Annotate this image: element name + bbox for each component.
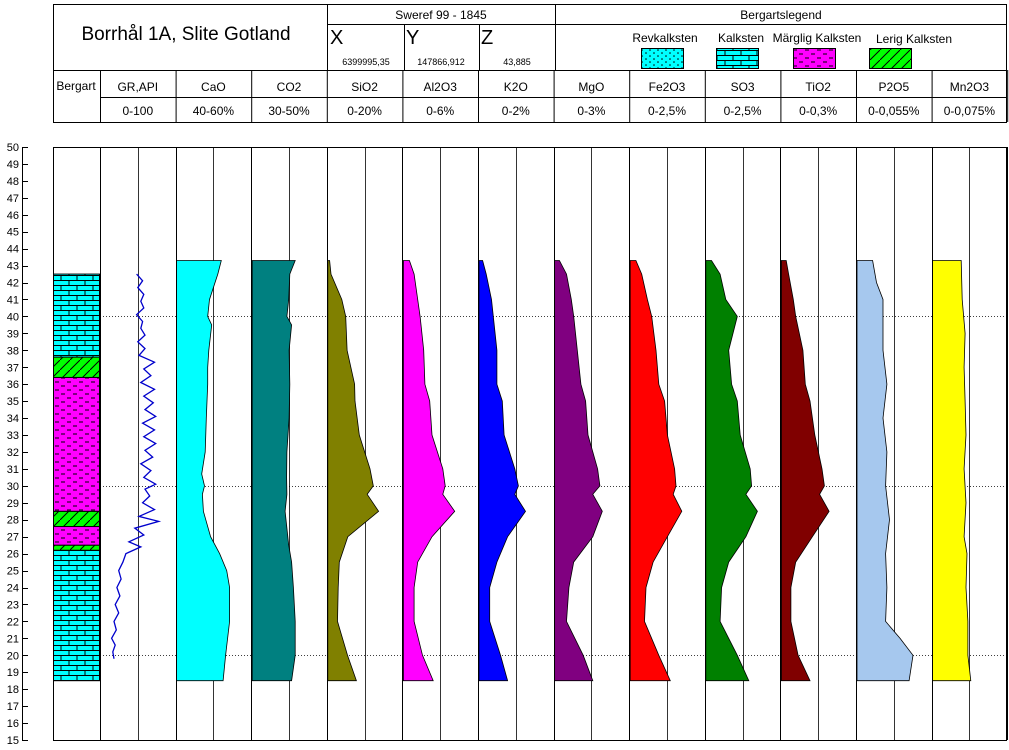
- area-co2: [251, 260, 296, 682]
- column-range-gr-api: 0-100: [122, 104, 153, 118]
- column-range-sio2: 0-20%: [347, 104, 382, 118]
- column-range-co2: 30-50%: [268, 104, 310, 118]
- depth-tick-label: 20: [7, 650, 19, 662]
- depth-tick-label: 43: [7, 261, 19, 273]
- coord-system-title: Sweref 99 - 1845: [395, 8, 487, 22]
- legend-title: Bergartslegend: [740, 8, 821, 22]
- area-cao: [176, 260, 230, 682]
- column-name-cao: CaO: [201, 80, 226, 94]
- depth-tick-label: 24: [7, 583, 19, 595]
- column-name-sio2: SiO2: [351, 80, 378, 94]
- depth-tick-label: 49: [7, 159, 19, 171]
- depth-tick-label: 47: [7, 193, 19, 205]
- column-name-mn2o3: Mn2O3: [950, 80, 990, 94]
- lithology-kalksten: [53, 273, 100, 358]
- lithology-lerig-kalksten: [53, 544, 100, 551]
- depth-tick-label: 50: [7, 142, 19, 154]
- header-panel: Borrhål 1A, Slite Gotland Sweref 99 - 18…: [53, 4, 1009, 123]
- z-coord-value: 43,885: [503, 57, 531, 67]
- y-coord-label: Y: [406, 27, 419, 49]
- legend-label-kalksten: Kalksten: [718, 31, 764, 45]
- legend-label-revkalksten: Revkalksten: [632, 31, 697, 45]
- column-range-tio2: 0-0,3%: [799, 104, 837, 118]
- column-name-k2o: K2O: [504, 80, 528, 94]
- x-coord-label: X: [330, 27, 343, 49]
- depth-tick-label: 31: [7, 464, 19, 476]
- area-al2o3: [403, 260, 456, 682]
- depth-tick-label: 48: [7, 176, 19, 188]
- depth-tick-label: 45: [7, 227, 19, 239]
- depth-tick-label: 19: [7, 667, 19, 679]
- area-tio2: [781, 260, 830, 682]
- column-range-mn2o3: 0-0,075%: [944, 104, 996, 118]
- column-name-fe2o3: Fe2O3: [649, 80, 686, 94]
- depth-tick-label: 21: [7, 633, 19, 645]
- legend-label-lerig-kalksten: Lerig Kalksten: [876, 32, 952, 46]
- lithology-lerig-kalksten: [53, 510, 100, 528]
- column-name-p2o5: P2O5: [878, 80, 909, 94]
- depth-tick-label: 15: [7, 735, 19, 747]
- depth-tick-label: 17: [7, 701, 19, 713]
- depth-tick-label: 27: [7, 532, 19, 544]
- depth-tick-label: 29: [7, 498, 19, 510]
- column-range-k2o: 0-2%: [502, 104, 530, 118]
- depth-tick-label: 42: [7, 278, 19, 290]
- depth-tick-label: 16: [7, 718, 19, 730]
- depth-tick-label: 34: [7, 413, 19, 425]
- plot-frame: [53, 147, 1007, 741]
- column-range-mgo: 0-3%: [577, 104, 605, 118]
- bergart-column-label: Bergart: [56, 79, 96, 93]
- z-coord-label: Z: [481, 27, 493, 49]
- lithology-m-rglig-kalksten: [53, 376, 100, 512]
- depth-tick-label: 44: [7, 244, 19, 256]
- column-range-fe2o3: 0-2,5%: [648, 104, 686, 118]
- depth-tick-label: 33: [7, 430, 19, 442]
- column-range-so3: 0-2,5%: [724, 104, 762, 118]
- x-coord-value: 6399995,35: [342, 57, 390, 67]
- depth-tick-label: 25: [7, 566, 19, 578]
- legend-swatch-marglig-kalksten: [793, 48, 836, 69]
- depth-tick-label: 32: [7, 447, 19, 459]
- legend-swatch-revkalksten: [641, 48, 684, 69]
- depth-tick-label: 35: [7, 396, 19, 408]
- column-range-cao: 40-60%: [193, 104, 235, 118]
- column-name-mgo: MgO: [578, 80, 604, 94]
- column-name-gr-api: GR,API: [117, 80, 158, 94]
- column-name-so3: SO3: [731, 80, 755, 94]
- depth-tick-label: 39: [7, 328, 19, 340]
- depth-tick-label: 40: [7, 311, 19, 323]
- lithology-m-rglig-kalksten: [53, 526, 100, 546]
- area-sio2: [327, 260, 380, 682]
- depth-tick-label: 38: [7, 345, 19, 357]
- depth-tick-label: 36: [7, 379, 19, 391]
- area-p2o5: [856, 260, 914, 682]
- depth-tick-label: 28: [7, 515, 19, 527]
- legend-swatch-kalksten: [716, 48, 759, 69]
- depth-tick-label: 18: [7, 684, 19, 696]
- depth-tick-label: 22: [7, 616, 19, 628]
- legend-swatch-lerig-kalksten: [869, 48, 912, 69]
- area-so3: [705, 260, 758, 682]
- depth-tick-label: 46: [7, 210, 19, 222]
- depth-tick-label: 26: [7, 549, 19, 561]
- depth-tick-label: 41: [7, 294, 19, 306]
- area-k2o: [478, 260, 526, 682]
- depth-tick-label: 30: [7, 481, 19, 493]
- column-name-tio2: TiO2: [805, 80, 831, 94]
- chart-title: Borrhål 1A, Slite Gotland: [81, 24, 290, 45]
- column-range-p2o5: 0-0,055%: [868, 104, 920, 118]
- area-mgo: [554, 260, 603, 682]
- lithology-kalksten: [53, 549, 100, 682]
- area-fe2o3: [629, 260, 683, 682]
- depth-tick-label: 37: [7, 362, 19, 374]
- column-range-al2o3: 0-6%: [426, 104, 454, 118]
- column-name-co2: CO2: [277, 80, 302, 94]
- gamma-curve: [110, 273, 162, 659]
- y-coord-value: 147866,912: [417, 57, 465, 67]
- lithology-lerig-kalksten: [53, 356, 100, 378]
- depth-tick-label: 23: [7, 599, 19, 611]
- legend-label-marglig-kalksten: Märglig Kalksten: [773, 31, 862, 45]
- area-mn2o3: [932, 260, 972, 682]
- column-name-al2o3: Al2O3: [424, 80, 458, 94]
